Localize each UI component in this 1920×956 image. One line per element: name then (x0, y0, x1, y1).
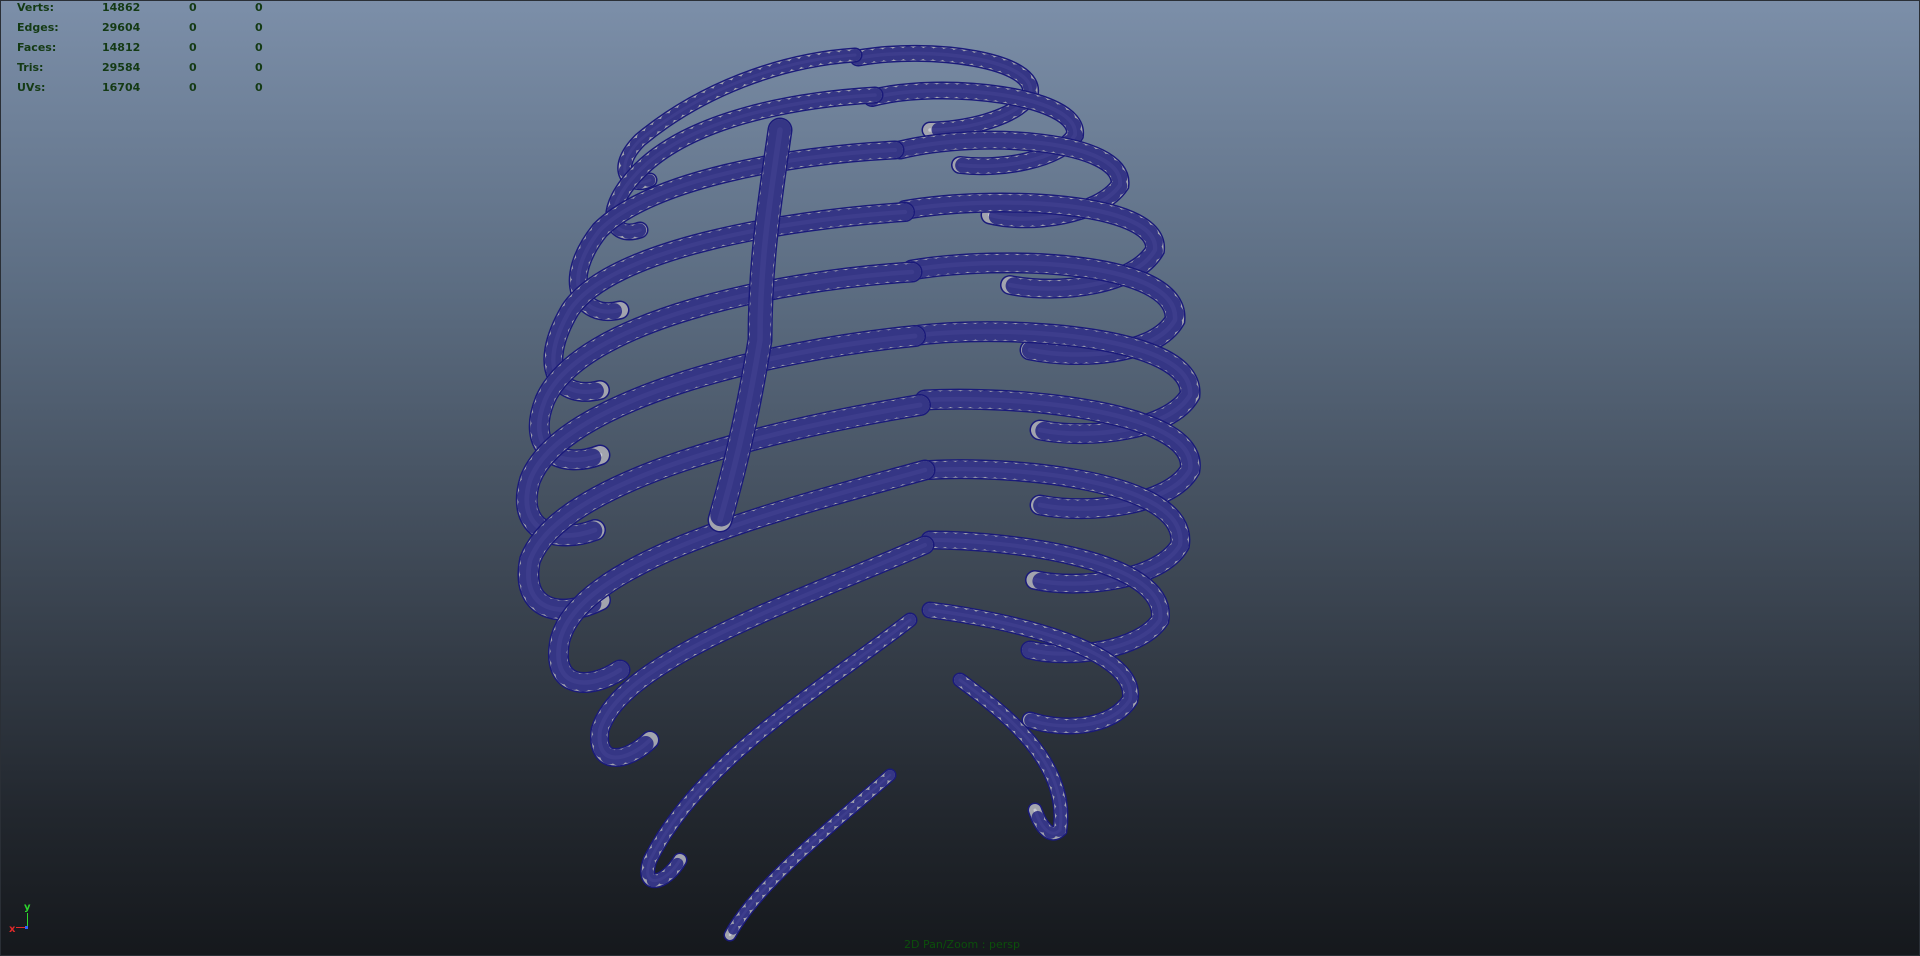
hud-row: UVs: 16704 0 0 (0, 80, 270, 100)
rib-wireframe (921, 460, 1189, 593)
ribcage-mesh[interactable] (0, 0, 1920, 956)
hud-label: Edges: (17, 21, 59, 34)
hud-value-selected: 0 (189, 41, 197, 54)
hud-value-selected: 0 (189, 21, 197, 34)
hud-value-extra: 0 (255, 61, 263, 74)
hud-value-extra: 0 (255, 81, 263, 94)
hud-label: Verts: (17, 1, 55, 14)
hud-value-selected: 0 (189, 61, 197, 74)
hud-row: Verts: 14862 0 0 (0, 0, 270, 20)
hud-value-extra: 0 (255, 41, 263, 54)
hud-value-total: 29604 (102, 21, 141, 34)
hud-value-total: 29584 (102, 61, 141, 74)
axis-z-line (25, 926, 28, 929)
hud-row: Edges: 29604 0 0 (0, 20, 270, 40)
axis-gizmo-icon: y x (6, 902, 46, 942)
hud-label: UVs: (17, 81, 46, 94)
hud-label: Tris: (17, 61, 44, 74)
perspective-viewport[interactable]: Verts: 14862 0 0 Edges: 29604 0 0 Faces: 14812 0 0 T… (0, 0, 1920, 956)
axis-y-label: y (24, 902, 31, 913)
hud-label: Faces: (17, 41, 57, 54)
axis-x-label: x (9, 924, 16, 935)
rib-wireframe (954, 674, 1067, 840)
hud-row: Tris: 29584 0 0 (0, 60, 270, 80)
hud-value-total: 16704 (102, 81, 141, 94)
hud-value-selected: 0 (189, 81, 197, 94)
axis-y-line (27, 913, 28, 927)
poly-count-hud: Verts: 14862 0 0 Edges: 29604 0 0 Faces: 14812 0 0 T… (0, 0, 270, 100)
rib-wireframe (923, 603, 1138, 733)
hud-row: Faces: 14812 0 0 (0, 40, 270, 60)
hud-value-selected: 0 (189, 1, 197, 14)
hud-value-total: 14812 (102, 41, 141, 54)
hud-value-extra: 0 (255, 1, 263, 14)
hud-value-extra: 0 (255, 21, 263, 34)
camera-label: 2D Pan/Zoom : persp (904, 938, 1020, 951)
hud-value-total: 14862 (102, 1, 141, 14)
